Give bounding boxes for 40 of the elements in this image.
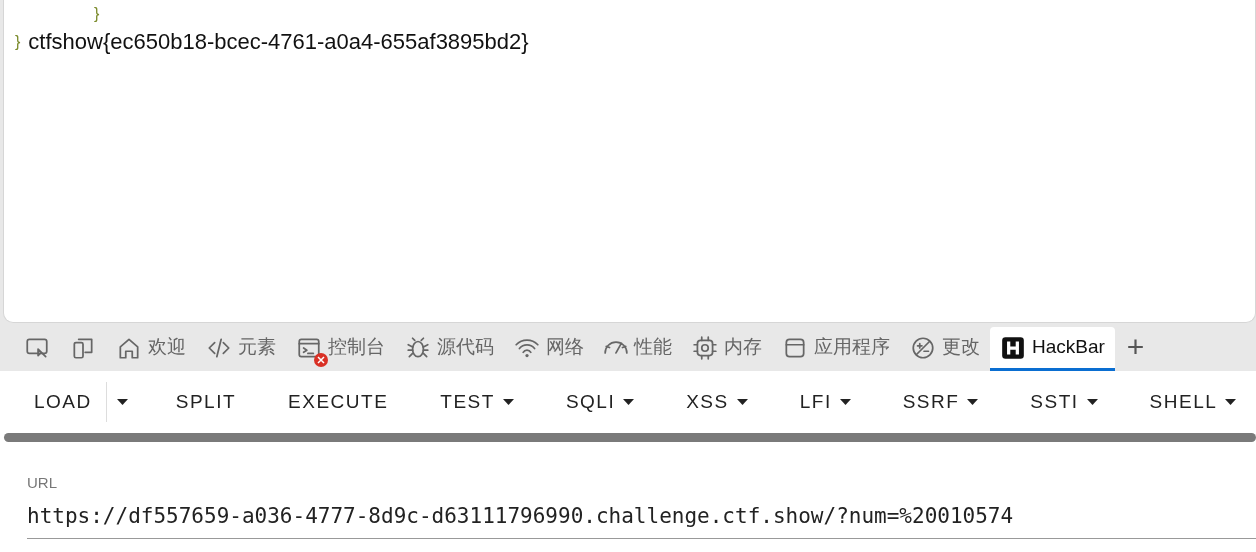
caret-icon <box>1086 398 1098 406</box>
diff-icon <box>910 334 936 361</box>
chip-icon <box>692 334 718 361</box>
toolbar-button[interactable]: XSS <box>672 379 762 425</box>
caret-icon <box>967 398 979 406</box>
toolbar-button[interactable]: EXECUTE <box>274 379 403 425</box>
toolbar-button[interactable]: LOAD <box>20 379 106 425</box>
toolbar-button[interactable]: TEST <box>426 379 528 425</box>
brace-mark: } <box>94 4 100 24</box>
caret-icon <box>1225 398 1237 406</box>
caret-icon <box>502 398 514 406</box>
scrollbar[interactable] <box>4 433 1256 442</box>
toolbar-button[interactable]: SQLI <box>551 379 649 425</box>
add-tab-button[interactable]: + <box>1114 332 1157 362</box>
devtools-tab[interactable]: 控制台 <box>286 327 395 371</box>
flag-text: ctfshow{ec650b18-bcec-4761-a0a4-655af3895bd2} <box>28 28 529 56</box>
toolbar-button[interactable]: LFI <box>785 379 865 425</box>
caret-icon <box>623 398 635 406</box>
bug-icon <box>405 334 431 361</box>
devtools-tab[interactable]: 源代码 <box>395 327 504 371</box>
toolbar-button[interactable]: SSTI <box>1016 379 1112 425</box>
hackbar-icon <box>1000 334 1026 361</box>
devtools-tab[interactable]: 网络 <box>504 327 594 371</box>
url-label: URL <box>27 473 58 493</box>
devtools-tab[interactable]: 应用程序 <box>772 327 900 371</box>
devtools-tab[interactable]: 欢迎 <box>106 327 196 371</box>
toolbar-button[interactable]: SHELL <box>1135 379 1251 425</box>
devtools-tab[interactable]: 内存 <box>682 327 772 371</box>
toolbar-button[interactable]: SSRF <box>888 379 993 425</box>
toolbar-button[interactable]: SPLIT <box>161 379 251 425</box>
caret-icon <box>736 398 748 406</box>
brace-mark: } <box>15 32 21 52</box>
devtools-tab[interactable]: HackBar <box>990 327 1115 371</box>
devtools-tab[interactable]: 更改 <box>900 327 990 371</box>
devtools-tab[interactable]: 元素 <box>196 327 286 371</box>
error-badge <box>314 352 328 367</box>
gauge-icon <box>604 341 628 354</box>
caret-icon <box>839 398 851 406</box>
devtools-tab[interactable]: 性能 <box>594 327 682 371</box>
caret-icon <box>116 399 128 407</box>
